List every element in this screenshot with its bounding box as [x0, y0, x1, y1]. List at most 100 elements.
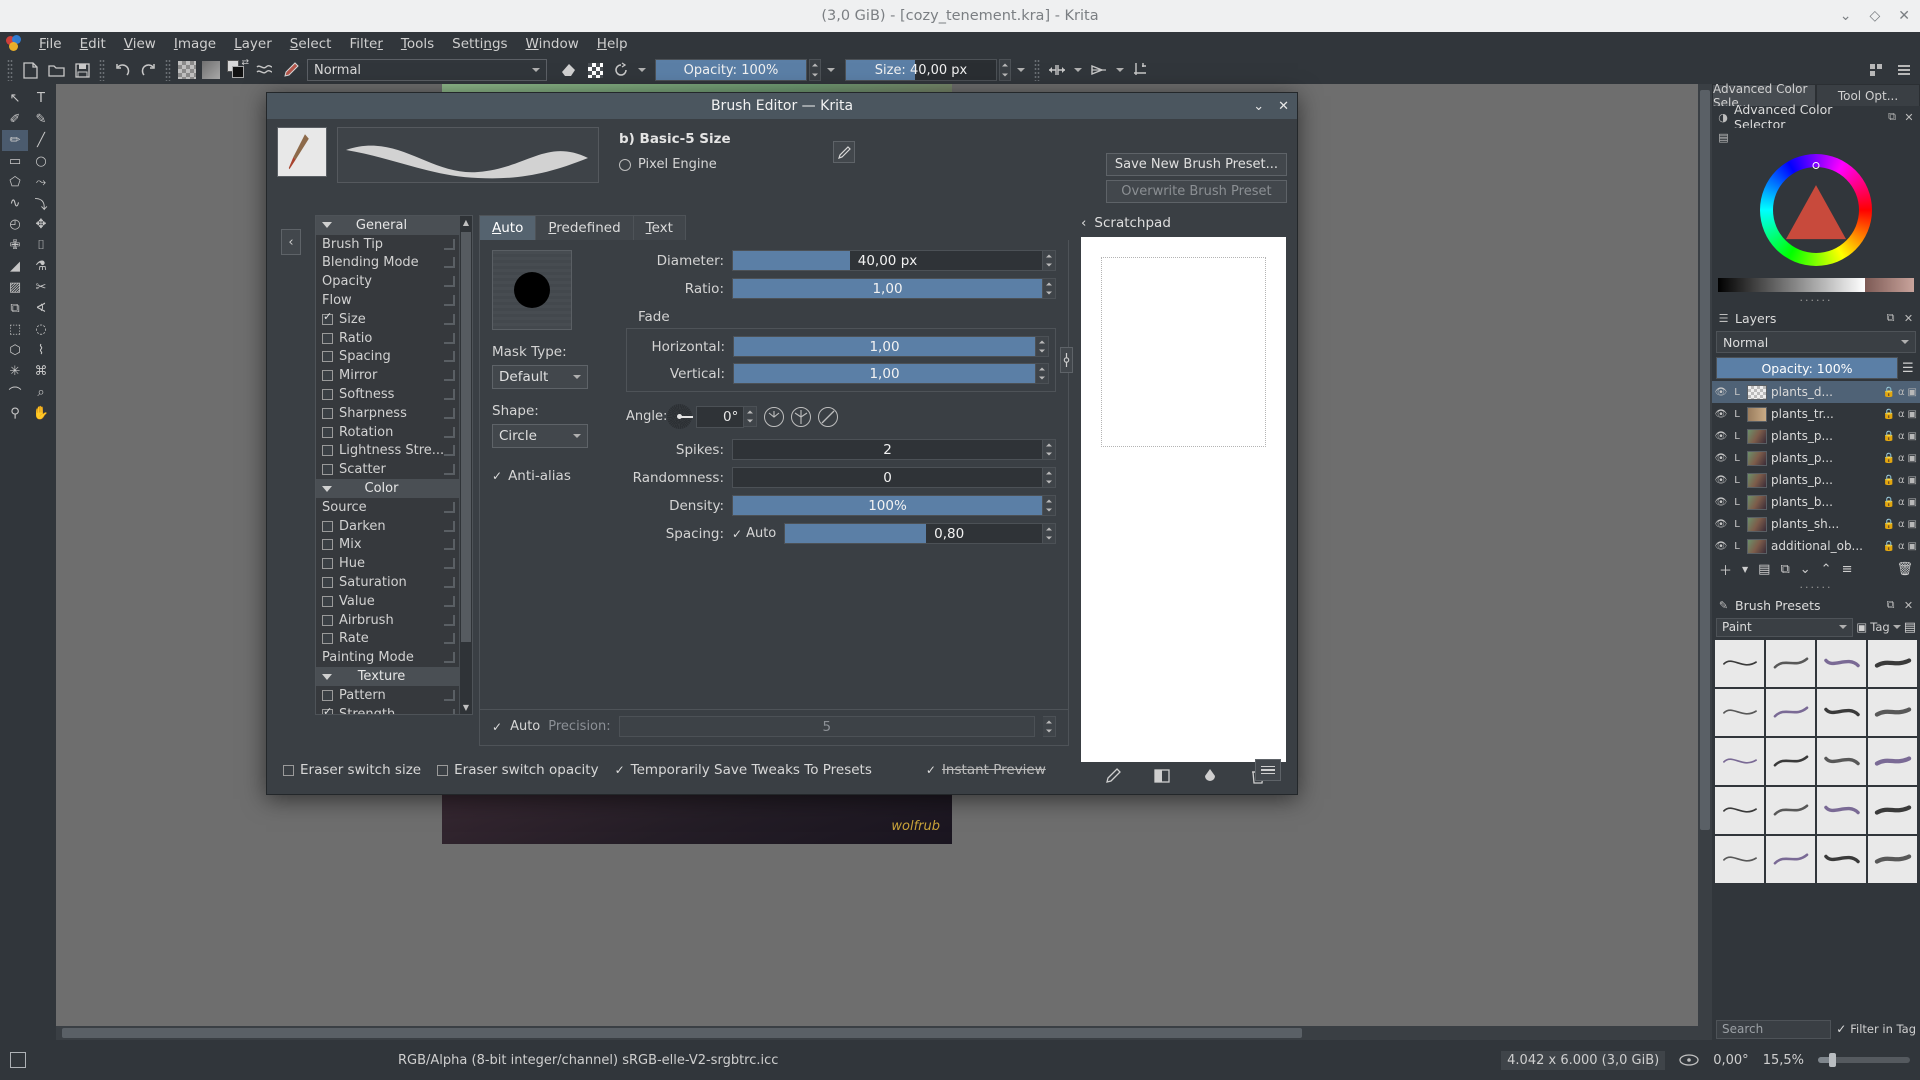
bezier-select-tool[interactable]: ⌒ [2, 382, 28, 403]
option-mix[interactable]: Mix [316, 536, 459, 555]
eraser-switch-opacity-checkbox[interactable] [437, 764, 449, 776]
close-icon[interactable]: ✕ [1903, 111, 1915, 124]
brush-preset-thumbnail[interactable] [1868, 738, 1917, 785]
filter-in-tag-row[interactable]: ✓ Filter in Tag [1836, 1022, 1916, 1036]
option-opacity[interactable]: Opacity [316, 272, 459, 291]
brush-preset-thumbnail[interactable] [1868, 689, 1917, 736]
layer-inherit-alpha-icon[interactable]: ▣ [1908, 387, 1917, 398]
size-stepper[interactable] [999, 59, 1011, 81]
preset-thumbnail[interactable] [277, 127, 327, 177]
layer-alpha-icon[interactable]: α [1898, 431, 1905, 442]
diameter-stepper[interactable] [1043, 250, 1056, 271]
link-fade-axes-icon[interactable] [1060, 347, 1073, 373]
precision-auto-checkbox[interactable]: ✓ [492, 720, 502, 734]
mirror-horizontal-icon[interactable] [1045, 58, 1069, 82]
layer-lock-icon[interactable]: 🔒 [1883, 453, 1895, 464]
layer-thumbnail[interactable] [1747, 472, 1767, 488]
mirror-horizontal-dropdown[interactable] [1071, 58, 1085, 82]
layer-flags[interactable]: 🔒 α ▣ [1883, 453, 1918, 464]
layer-visibility-icon[interactable]: 👁 [1715, 452, 1728, 464]
instant-preview-row[interactable]: ✓ Instant Preview [926, 762, 1046, 778]
option-checkbox[interactable] [322, 445, 333, 457]
layer-opacity-slider[interactable]: Opacity: 100% [1716, 357, 1898, 379]
option-mirror[interactable]: Mirror [316, 366, 459, 385]
option-checkbox[interactable] [322, 389, 333, 401]
menu-edit[interactable]: Edit [71, 33, 115, 55]
preset-view-options-icon[interactable]: ▤ [1904, 620, 1916, 635]
layer-inherit-alpha-icon[interactable]: ▣ [1908, 409, 1917, 420]
layer-lock-icon[interactable]: 🔒 [1883, 431, 1895, 442]
layer-inherit-alpha-icon[interactable]: ▣ [1908, 453, 1917, 464]
zoom-slider[interactable] [1818, 1053, 1910, 1067]
lock-icon[interactable] [444, 577, 455, 589]
bezier-curve-tool[interactable]: ∿ [2, 193, 28, 214]
smart-patch-tool[interactable]: ✂ [28, 277, 54, 298]
menu-file[interactable]: File [30, 33, 71, 55]
lock-icon[interactable] [444, 689, 455, 701]
redo-icon[interactable] [136, 58, 160, 82]
brush-preset-thumbnail[interactable] [1868, 787, 1917, 834]
brush-preset-thumbnail[interactable] [1868, 836, 1917, 883]
brush-preset-thumbnail[interactable] [1715, 738, 1764, 785]
angle-flip-icon[interactable] [791, 406, 812, 427]
option-rate[interactable]: Rate [316, 630, 459, 649]
option-checkbox[interactable] [322, 689, 333, 701]
brush-preset-thumbnail[interactable] [1715, 689, 1764, 736]
gradient-tool[interactable]: ▨ [2, 277, 28, 298]
layer-alpha-lock-icon[interactable]: L [1731, 430, 1743, 442]
color-wheel-widget[interactable] [1712, 146, 1920, 274]
option-blending-mode[interactable]: Blending Mode [316, 254, 459, 273]
layer-flags[interactable]: 🔒 α ▣ [1883, 409, 1918, 420]
fade-horizontal-slider[interactable]: 1,00 [733, 336, 1036, 357]
option-checkbox[interactable] [322, 539, 333, 551]
close-icon[interactable]: ✕ [1898, 9, 1910, 23]
engine-radio[interactable] [619, 158, 631, 171]
polyline-tool[interactable]: ⤳ [28, 172, 54, 193]
size-dropdown[interactable] [1013, 58, 1029, 82]
option-softness[interactable]: Softness [316, 385, 459, 404]
preset-tag-combo[interactable]: Paint [1716, 617, 1854, 637]
lock-icon[interactable] [444, 558, 455, 570]
option-checkbox[interactable] [322, 520, 333, 532]
scroll-thumb[interactable] [461, 232, 471, 642]
tab-text[interactable]: Text [633, 216, 685, 240]
layer-alpha-icon[interactable]: α [1898, 541, 1905, 552]
float-icon[interactable]: ⧉ [1886, 110, 1898, 124]
layer-flags[interactable]: 🔒 α ▣ [1883, 387, 1918, 398]
new-document-icon[interactable] [18, 58, 42, 82]
layer-alpha-icon[interactable]: α [1898, 475, 1905, 486]
layer-alpha-lock-icon[interactable]: L [1731, 518, 1743, 530]
freehand-select-tool[interactable]: ⌇ [28, 340, 54, 361]
layer-alpha-icon[interactable]: α [1898, 409, 1905, 420]
option-checkbox[interactable] [322, 407, 333, 419]
undo-icon[interactable] [110, 58, 134, 82]
option-value[interactable]: Value [316, 592, 459, 611]
maximize-icon[interactable]: ◇ [1869, 9, 1880, 23]
brush-preset-thumbnail[interactable] [1817, 738, 1866, 785]
eraser-switch-opacity-row[interactable]: Eraser switch opacity [437, 762, 599, 778]
option-checkbox[interactable] [322, 595, 333, 607]
dynamic-brush-tool[interactable]: ◴ [2, 214, 28, 235]
layer-lock-icon[interactable]: 🔒 [1883, 541, 1895, 552]
lock-icon[interactable] [444, 539, 455, 551]
toolbar-handle[interactable] [7, 59, 13, 81]
option-checkbox[interactable] [322, 311, 333, 325]
toolbar-overflow-icon[interactable] [1892, 58, 1916, 82]
option-checkbox[interactable] [322, 577, 333, 589]
lock-icon[interactable] [444, 708, 455, 714]
add-layer-dropdown-icon[interactable]: ▼ [1742, 565, 1748, 574]
ratio-stepper[interactable] [1043, 278, 1056, 299]
close-icon[interactable]: ✕ [1902, 312, 1915, 325]
option-checkbox[interactable] [322, 370, 333, 382]
preserve-alpha-icon[interactable] [583, 58, 607, 82]
edit-shapes-tool[interactable]: ✐ [2, 109, 28, 130]
blending-mode-combo[interactable]: Normal [307, 59, 547, 81]
mirror-vertical-icon[interactable] [1087, 58, 1111, 82]
menu-help[interactable]: Help [588, 33, 637, 55]
angle-diagonal-icon[interactable] [818, 406, 839, 427]
lock-icon[interactable] [444, 407, 455, 419]
measure-tool[interactable]: ∢ [28, 298, 54, 319]
layer-lock-icon[interactable]: 🔒 [1883, 519, 1895, 530]
option-checkbox[interactable] [322, 706, 333, 714]
option-airbrush[interactable]: Airbrush [316, 611, 459, 630]
